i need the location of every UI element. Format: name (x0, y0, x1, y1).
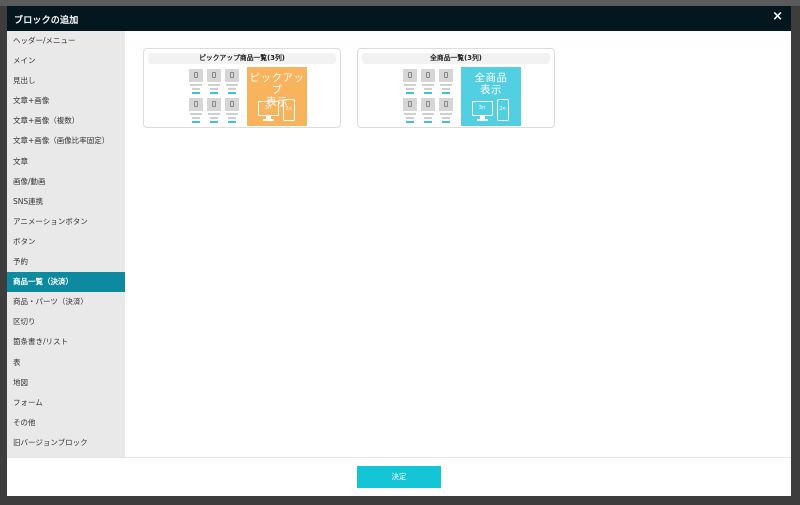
sidebar-item-other[interactable]: その他 (7, 413, 125, 433)
sidebar-item-text[interactable]: 文章 (7, 152, 125, 172)
product-thumbnail (189, 98, 203, 124)
sidebar-item-product-parts[interactable]: 商品・パーツ（決済） (7, 292, 125, 312)
sidebar-item-form[interactable]: フォーム (7, 393, 125, 413)
sidebar-item-divider[interactable]: 区切り (7, 312, 125, 332)
product-thumbnail (439, 98, 453, 124)
pickup-promo-banner: ピックアップ 表示 3n 2n (247, 67, 307, 126)
add-block-modal: ブロックの追加 × ヘッダー/メニュー メイン 見出し 文章+画像 文章+画像（… (7, 6, 791, 496)
block-card-title: ピックアップ商品一覧(3列) (148, 53, 336, 64)
sidebar-item-reservation[interactable]: 予約 (7, 252, 125, 272)
modal-header: ブロックの追加 × (7, 6, 791, 31)
product-thumbnail (225, 98, 239, 124)
device-icons: 3n 2n (472, 99, 512, 123)
modal-footer: 決定 (7, 457, 791, 496)
product-thumbnail (421, 98, 435, 124)
monitor-icon: 3n (472, 101, 493, 116)
smartphone-icon: 2n (283, 99, 295, 121)
product-thumbnail (207, 98, 221, 124)
sidebar-item-text-image-multiple[interactable]: 文章+画像（複数） (7, 111, 125, 131)
sidebar-item-heading[interactable]: 見出し (7, 71, 125, 91)
block-card-pickup-products[interactable]: ピックアップ商品一覧(3列) ピックアップ 表示 3n 2n (143, 48, 341, 128)
sidebar-item-text-image-fixed-ratio[interactable]: 文章+画像（画像比率固定） (7, 131, 125, 151)
submit-button[interactable]: 決定 (357, 466, 441, 488)
product-thumbnail (189, 69, 203, 95)
close-icon[interactable]: × (772, 10, 783, 24)
sidebar-item-main[interactable]: メイン (7, 51, 125, 71)
promo-line-1: ピックアップ (249, 72, 305, 96)
product-thumbnail (403, 69, 417, 95)
product-thumbnail (225, 69, 239, 95)
smartphone-icon: 2n (497, 99, 509, 121)
modal-title: ブロックの追加 (14, 16, 79, 26)
sidebar-item-text-image[interactable]: 文章+画像 (7, 91, 125, 111)
product-thumbnail (421, 69, 435, 95)
sidebar-item-sns[interactable]: SNS連携 (7, 192, 125, 212)
sidebar-item-list[interactable]: 箇条書き/リスト (7, 332, 125, 352)
device-icons: 3n 2n (258, 99, 298, 123)
block-category-sidebar: ヘッダー/メニュー メイン 見出し 文章+画像 文章+画像（複数） 文章+画像（… (7, 31, 125, 458)
sidebar-item-button[interactable]: ボタン (7, 232, 125, 252)
sidebar-item-header-menu[interactable]: ヘッダー/メニュー (7, 31, 125, 51)
product-thumbnail (403, 98, 417, 124)
promo-line-1: 全商品 (474, 72, 508, 84)
product-thumbnail-grid (189, 69, 241, 125)
all-products-promo-banner: 全商品 表示 3n 2n (461, 67, 521, 126)
sidebar-item-image-video[interactable]: 画像/動画 (7, 172, 125, 192)
promo-line-2: 表示 (480, 84, 502, 96)
sidebar-item-animation-button[interactable]: アニメーションボタン (7, 212, 125, 232)
monitor-icon: 3n (258, 101, 279, 116)
product-thumbnail (207, 69, 221, 95)
block-card-title: 全商品一覧(3列) (362, 53, 550, 64)
block-template-area: ピックアップ商品一覧(3列) ピックアップ 表示 3n 2n 全商品一覧(3列)… (125, 31, 791, 458)
sidebar-item-table[interactable]: 表 (7, 353, 125, 373)
sidebar-item-product-list[interactable]: 商品一覧（決済） (7, 272, 125, 293)
sidebar-item-legacy-blocks[interactable]: 旧バージョンブロック (7, 433, 125, 453)
block-card-all-products[interactable]: 全商品一覧(3列) 全商品 表示 3n 2n (357, 48, 555, 128)
product-thumbnail-grid (403, 69, 455, 125)
sidebar-item-map[interactable]: 地図 (7, 373, 125, 393)
product-thumbnail (439, 69, 453, 95)
